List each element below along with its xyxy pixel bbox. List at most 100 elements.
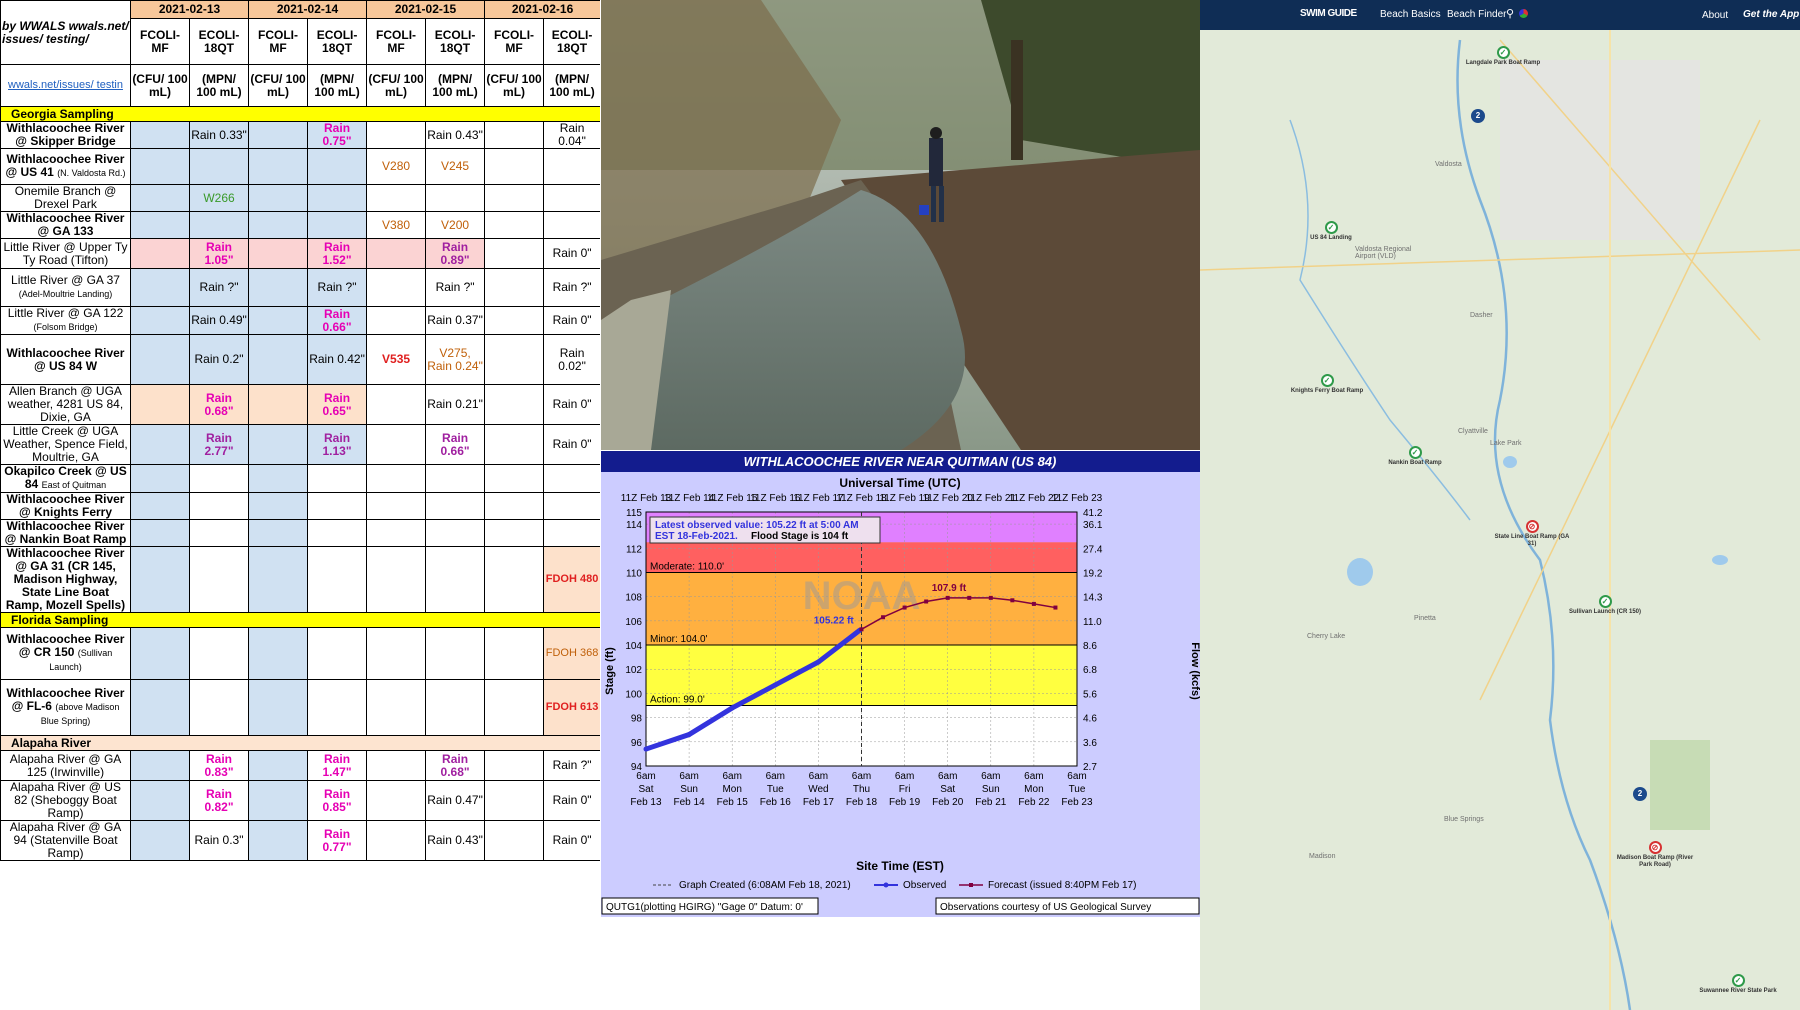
result-cell <box>425 492 486 520</box>
beach-marker[interactable]: ⊘ State Line Boat Ramp (GA 31) <box>1492 520 1572 548</box>
result-cell: V245 <box>425 148 486 185</box>
nav-get-app[interactable]: Get the App <box>1743 9 1799 20</box>
result-cell <box>130 464 190 493</box>
status-bad-icon[interactable]: ⊘ <box>1648 841 1662 854</box>
site-name: Okapilco Creek @ US 84 East of Quitman <box>0 464 131 493</box>
site-name: Withlacoochee River @ US 84 W <box>0 334 131 385</box>
section-header: Georgia Sampling <box>0 106 600 122</box>
result-cell <box>484 492 545 520</box>
est-tick-label: 6am <box>1024 771 1043 782</box>
beach-marker[interactable]: ✓ Sullivan Launch (CR 150) <box>1565 595 1645 616</box>
result-cell: Rain 0.89" <box>425 238 486 269</box>
map-canvas[interactable] <box>1200 0 1800 1010</box>
result-cell: Rain 2.77" <box>188 424 250 465</box>
cluster-marker[interactable]: 2 <box>1471 109 1485 123</box>
minor-label: Minor: 104.0' <box>650 634 708 645</box>
site-sublabel: (above Madison Blue Spring) <box>40 702 120 726</box>
beach-marker[interactable]: ✓ Langdale Park Boat Ramp <box>1463 46 1543 67</box>
result-cell <box>425 464 486 493</box>
result-cell: FDOH 613 <box>543 679 600 736</box>
result-cell: Rain 0.49" <box>188 306 250 335</box>
table-row: Alapaha River @ GA 94 (Statenville Boat … <box>0 820 600 861</box>
result-cell <box>543 184 600 212</box>
param-header: FCOLI-MF <box>248 18 309 65</box>
map-place-label: Madison <box>1309 853 1336 860</box>
water-quality-table: by WWALS wwals.net/ issues/ testing/ 202… <box>0 0 600 944</box>
status-good-icon[interactable]: ✓ <box>1324 221 1338 234</box>
est-tick-label: Feb 22 <box>1018 797 1050 808</box>
result-cell <box>130 820 190 861</box>
forecast-point <box>924 599 929 604</box>
status-good-icon[interactable]: ✓ <box>1320 374 1334 387</box>
result-cell: Rain 0.43" <box>425 121 486 149</box>
search-icon[interactable]: ⚲ <box>1506 7 1514 20</box>
result-cell: Rain 0.83" <box>188 750 250 781</box>
result-cell: V200 <box>425 211 486 239</box>
stage-tick-label: 112 <box>626 544 642 555</box>
swim-guide-logo[interactable]: SWIM GUIDE <box>1300 8 1357 19</box>
flow-tick-label: 36.1 <box>1083 520 1103 531</box>
result-cell <box>366 121 427 149</box>
est-tick-label: Feb 14 <box>674 797 706 808</box>
cluster-marker[interactable]: 2 <box>1633 787 1647 801</box>
forecast-point <box>881 615 886 620</box>
site-name: Withlacoochee River @ GA 133 <box>0 211 131 239</box>
est-tick-label: Feb 19 <box>889 797 921 808</box>
site-name: Little River @ GA 37 (Adel-Moultrie Land… <box>0 268 131 307</box>
result-cell <box>543 211 600 239</box>
flow-tick-label: 6.8 <box>1083 665 1097 676</box>
nav-beach-finder[interactable]: Beach Finder <box>1447 9 1506 20</box>
result-cell <box>543 464 600 493</box>
param-header: FCOLI-MF <box>130 18 190 65</box>
result-cell: Rain 0.04" <box>543 121 600 149</box>
site-name: Withlacoochee River @ Skipper Bridge <box>0 121 131 149</box>
result-cell <box>425 546 486 613</box>
param-header: FCOLI-MF <box>366 18 427 65</box>
beach-marker[interactable]: ✓ US 84 Landing <box>1291 221 1371 242</box>
beach-marker[interactable]: ✓ Knights Ferry Boat Ramp <box>1287 374 1367 395</box>
flow-axis-title: Flow (kcfs) <box>1189 642 1200 700</box>
site-label: Withlacoochee River @ Nankin Boat Ramp <box>4 519 127 546</box>
legend-created: Graph Created (6:08AM Feb 18, 2021) <box>679 880 851 891</box>
result-cell <box>366 750 427 781</box>
result-cell <box>188 627 250 680</box>
result-cell: Rain 0" <box>543 238 600 269</box>
map-place-label: Valdosta Regional Airport (VLD) <box>1355 246 1412 260</box>
observed-point <box>815 659 821 665</box>
status-bad-icon[interactable]: ⊘ <box>1525 520 1539 533</box>
flow-tick-label: 11.0 <box>1083 617 1102 628</box>
nav-beach-basics[interactable]: Beach Basics <box>1380 9 1441 20</box>
result-cell <box>248 820 309 861</box>
flow-tick-label: 4.6 <box>1083 714 1097 725</box>
beach-marker[interactable]: ✓ Suwannee River State Park <box>1698 974 1778 995</box>
swim-guide-map[interactable]: SWIM GUIDE Beach Basics Beach Finder ⚲ A… <box>1200 0 1800 1010</box>
result-cell <box>130 546 190 613</box>
result-cell: Rain 0" <box>543 424 600 465</box>
language-icon[interactable] <box>1519 9 1528 18</box>
status-good-icon[interactable]: ✓ <box>1731 974 1745 987</box>
result-cell <box>130 750 190 781</box>
nav-about[interactable]: About <box>1702 10 1728 21</box>
status-good-icon[interactable]: ✓ <box>1598 595 1612 608</box>
est-tick-label: 6am <box>679 771 698 782</box>
beach-marker[interactable]: ⊘ Madison Boat Ramp (River Park Road) <box>1615 841 1695 869</box>
flow-tick-label: 27.4 <box>1083 544 1103 555</box>
forecast-point <box>988 595 993 600</box>
result-cell <box>307 546 368 613</box>
result-cell <box>484 384 545 425</box>
result-cell <box>543 148 600 185</box>
param-header: ECOLI-18QT <box>543 18 600 65</box>
site-label: Little River @ Upper Ty Ty Road (Tifton) <box>3 239 128 267</box>
status-good-icon[interactable]: ✓ <box>1496 46 1510 59</box>
flow-tick-label: 8.6 <box>1083 641 1097 652</box>
result-cell <box>425 627 486 680</box>
est-tick-label: 6am <box>1067 771 1086 782</box>
testing-link[interactable]: wwals.net/issues/ testin <box>0 64 131 107</box>
flood-stage-text: Flood Stage is 104 ft <box>751 531 849 542</box>
unit-header: (CFU/ 100 mL) <box>130 64 190 107</box>
status-good-icon[interactable]: ✓ <box>1408 446 1422 459</box>
beach-marker[interactable]: ✓ Nankin Boat Ramp <box>1375 446 1455 467</box>
stage-tick-label: 100 <box>625 689 642 700</box>
swim-guide-nav: SWIM GUIDE Beach Basics Beach Finder ⚲ A… <box>1200 0 1800 30</box>
forecast-point <box>1031 601 1036 606</box>
